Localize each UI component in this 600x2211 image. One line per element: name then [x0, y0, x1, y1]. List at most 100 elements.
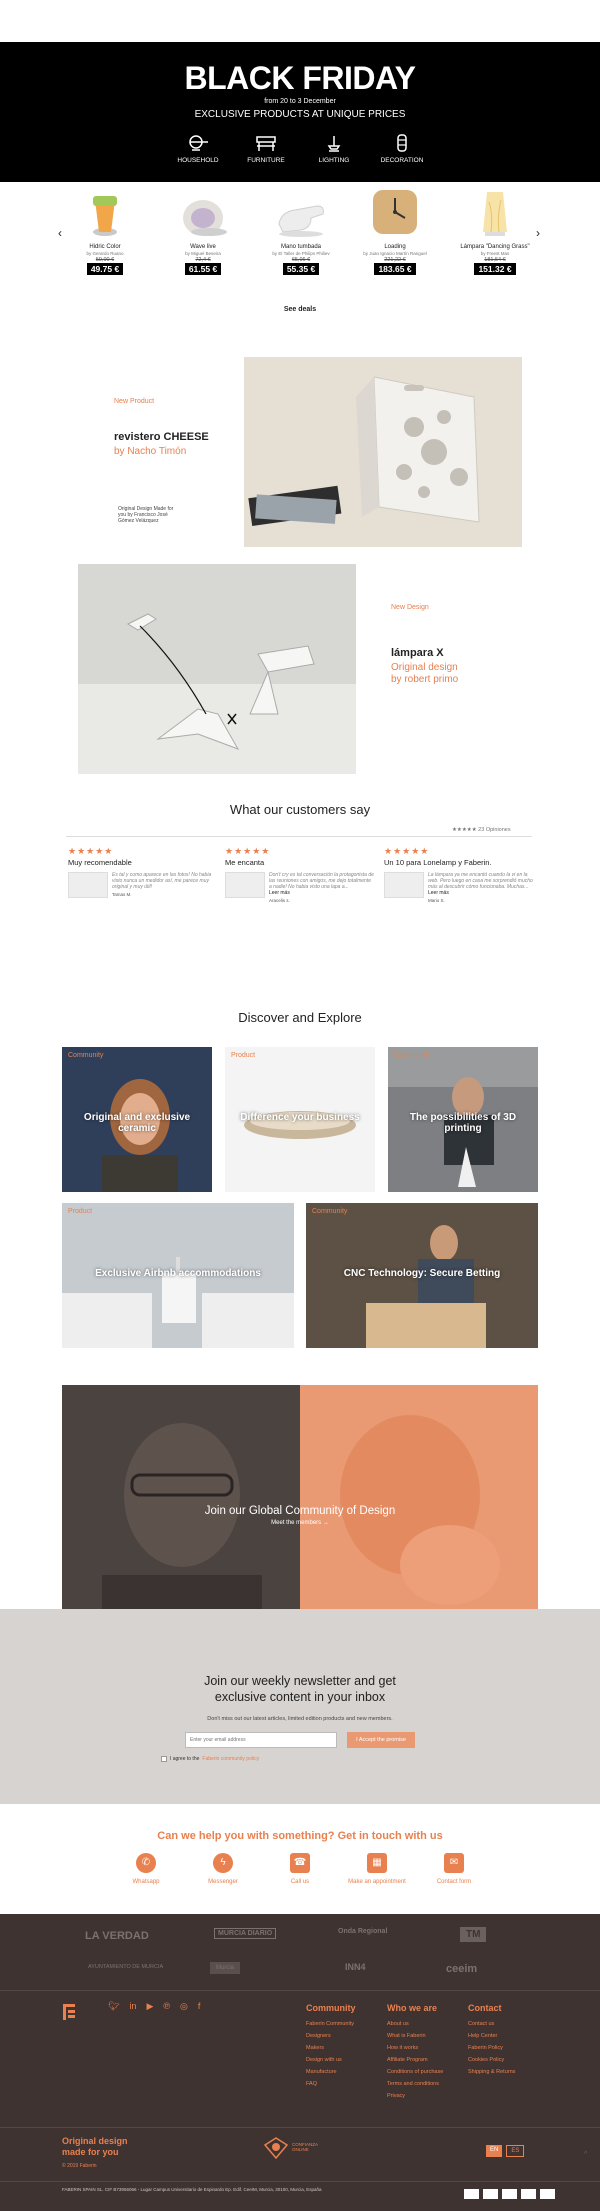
footer-link[interactable]: Help Center — [468, 2033, 515, 2039]
contact-form[interactable]: ✉ Contact form — [418, 1853, 490, 1885]
pinterest-icon[interactable]: ℗ — [163, 2001, 170, 2012]
phone-icon: ☎ — [290, 1853, 310, 1873]
read-more-link[interactable]: Leer más — [428, 890, 534, 896]
consent-checkbox[interactable] — [160, 1756, 167, 1762]
discover-card[interactable]: Community The possibilities of 3D printi… — [388, 1047, 538, 1192]
featured-product-text: New Product revistero CHEESE by Nacho Ti… — [114, 398, 234, 457]
card-title: Exclusive Airbnb accommodations — [95, 1268, 261, 1280]
amex-icon — [502, 2189, 517, 2199]
featured-title[interactable]: revistero CHEESE — [114, 431, 234, 443]
footer-link[interactable]: Contact us — [468, 2021, 515, 2027]
product-designer: by Freest Mas — [480, 251, 510, 256]
contact-call[interactable]: ☎ Call us — [264, 1853, 336, 1885]
contact-label: Messenger — [208, 1879, 238, 1885]
footer-link[interactable]: Design with us — [306, 2057, 356, 2063]
product-image — [373, 190, 417, 234]
newsletter-email-input[interactable] — [185, 1732, 337, 1748]
lang-en-button[interactable]: EN — [486, 2145, 503, 2157]
product-name: Mano tumbada — [280, 244, 322, 250]
newsletter-submit-button[interactable]: I Accept the promise — [347, 1732, 415, 1748]
footer-link[interactable]: Shipping & Returns — [468, 2069, 515, 2075]
press-logo: ceeim — [446, 1963, 478, 1975]
product-card[interactable]: Loading by Juan Ignacio Martín Ranguel 2… — [360, 188, 430, 275]
read-more-link[interactable]: Leer más — [269, 890, 375, 896]
footer-divider — [0, 2127, 600, 2128]
contact-whatsapp[interactable]: ✆ Whatsapp — [110, 1853, 182, 1885]
carousel-prev-button[interactable]: ‹ — [58, 226, 62, 240]
contact-appointment[interactable]: ▦ Make an appointment — [341, 1853, 413, 1885]
discover-heading: Discover and Explore — [238, 1010, 362, 1025]
footer-link[interactable]: Privacy — [387, 2093, 443, 2099]
category-label: HOUSEHOLD — [177, 157, 219, 164]
footer-link[interactable]: How it works — [387, 2045, 443, 2051]
product-designer: by Juan Ignacio Martín Ranguel — [363, 251, 427, 256]
footer-link[interactable]: Faberin Community — [306, 2021, 356, 2027]
review-title: Muy recomendable — [68, 858, 132, 867]
review-thumbnail[interactable] — [225, 872, 265, 898]
newsletter-consent: I agree to the Faberin community policy — [0, 1756, 600, 1762]
consent-policy-link[interactable]: Faberin community policy — [202, 1756, 259, 1762]
review-thumbnail[interactable] — [68, 872, 108, 898]
footer-community: Community Faberin Community Designers Ma… — [306, 2003, 356, 2093]
carousel-next-button[interactable]: › — [536, 226, 540, 240]
product-card[interactable]: Mano tumbada by El Taller de Philips Phi… — [266, 188, 336, 275]
press-logo: TM — [460, 1927, 487, 1942]
footer-link[interactable]: Designers — [306, 2033, 356, 2039]
twitter-icon[interactable]: 🐦︎ — [108, 2001, 119, 2012]
category-furniture[interactable]: FURNITURE — [243, 134, 289, 164]
facebook-icon[interactable]: f — [198, 2001, 201, 2012]
footer-link[interactable]: Conditions of purchase — [387, 2069, 443, 2075]
discover-card[interactable]: Product Exclusive Airbnb accommodations — [62, 1203, 294, 1348]
language-switcher: EN ES — [486, 2145, 525, 2157]
reviews-count[interactable]: ★★★★★ 23 Opiniones — [452, 827, 511, 833]
lang-es-button[interactable]: ES — [506, 2145, 525, 2157]
footer-tagline: Original design made for you — [62, 2136, 128, 2158]
review-author: Tamas M. — [112, 892, 132, 897]
footer-heading: Community — [306, 2003, 356, 2013]
contact-messenger[interactable]: ϟ Messenger — [187, 1853, 259, 1885]
product-card[interactable]: Hidric Color by Gerardo Ruano 59,00 € 49… — [70, 188, 140, 275]
footer-link[interactable]: About us — [387, 2021, 443, 2027]
review-text: La lámpara ya me encantó cuando la vi en… — [428, 872, 533, 890]
product-card[interactable]: Lámpara "Dancing Grass" by Freest Mas 18… — [460, 188, 530, 275]
product-card[interactable]: Wave live by Miguel Beseira 72,4 € 61.55… — [168, 188, 238, 275]
instagram-icon[interactable]: ◎ — [180, 2001, 188, 2012]
paypal-icon — [521, 2189, 536, 2199]
featured-designer: by Nacho Timón — [114, 446, 187, 457]
review-thumbnail[interactable] — [384, 872, 424, 898]
card-tag: Community — [68, 1052, 104, 1059]
category-label: FURNITURE — [247, 157, 285, 164]
featured-note: Original Design Made for you by Francisc… — [118, 506, 174, 524]
youtube-icon[interactable]: ▶ — [146, 2001, 153, 2012]
see-deals-link[interactable]: See deals — [270, 306, 330, 313]
footer-link[interactable]: FAQ — [306, 2081, 356, 2087]
linkedin-icon[interactable]: in — [129, 2001, 136, 2012]
scroll-top-icon[interactable]: ^ — [584, 2151, 587, 2158]
featured-line-2: by robert primo — [391, 674, 459, 685]
consent-text: I agree to the — [169, 1756, 200, 1762]
product-price: 55.35 € — [282, 263, 320, 275]
footer-link[interactable]: Cookies Policy — [468, 2057, 515, 2063]
featured-design-image[interactable] — [78, 564, 356, 774]
footer-link[interactable]: Manufacture — [306, 2069, 356, 2075]
category-household[interactable]: HOUSEHOLD — [175, 134, 221, 164]
footer-address: FABERIN SPAIN SL. CIF B73956066 - Lugar … — [62, 2187, 322, 2192]
product-price: 61.55 € — [184, 263, 222, 275]
community-link[interactable]: Meet the members → — [62, 1520, 538, 1526]
discover-card[interactable]: Community CNC Technology: Secure Betting — [306, 1203, 538, 1348]
featured-tag: New Product — [114, 398, 155, 405]
category-lighting[interactable]: LIGHTING — [311, 134, 357, 164]
footer-link[interactable]: Makers — [306, 2045, 356, 2051]
footer-link[interactable]: Faberin Policy — [468, 2045, 515, 2051]
review-title: Me encanta — [225, 858, 265, 867]
footer-link[interactable]: Terms and conditions — [387, 2081, 443, 2087]
footer-link[interactable]: What is Faberin — [387, 2033, 443, 2039]
lamp-icon — [327, 136, 341, 152]
featured-title[interactable]: lámpara X — [391, 647, 511, 659]
footer-link[interactable]: Affiliate Program — [387, 2057, 443, 2063]
discover-card[interactable]: Product Difference your business — [225, 1047, 375, 1192]
community-banner[interactable]: Join our Global Community of Design Meet… — [62, 1385, 538, 1643]
discover-card[interactable]: Community Original and exclusive ceramic — [62, 1047, 212, 1192]
category-decoration[interactable]: DECORATION — [379, 134, 425, 164]
featured-product-image[interactable] — [244, 357, 522, 547]
